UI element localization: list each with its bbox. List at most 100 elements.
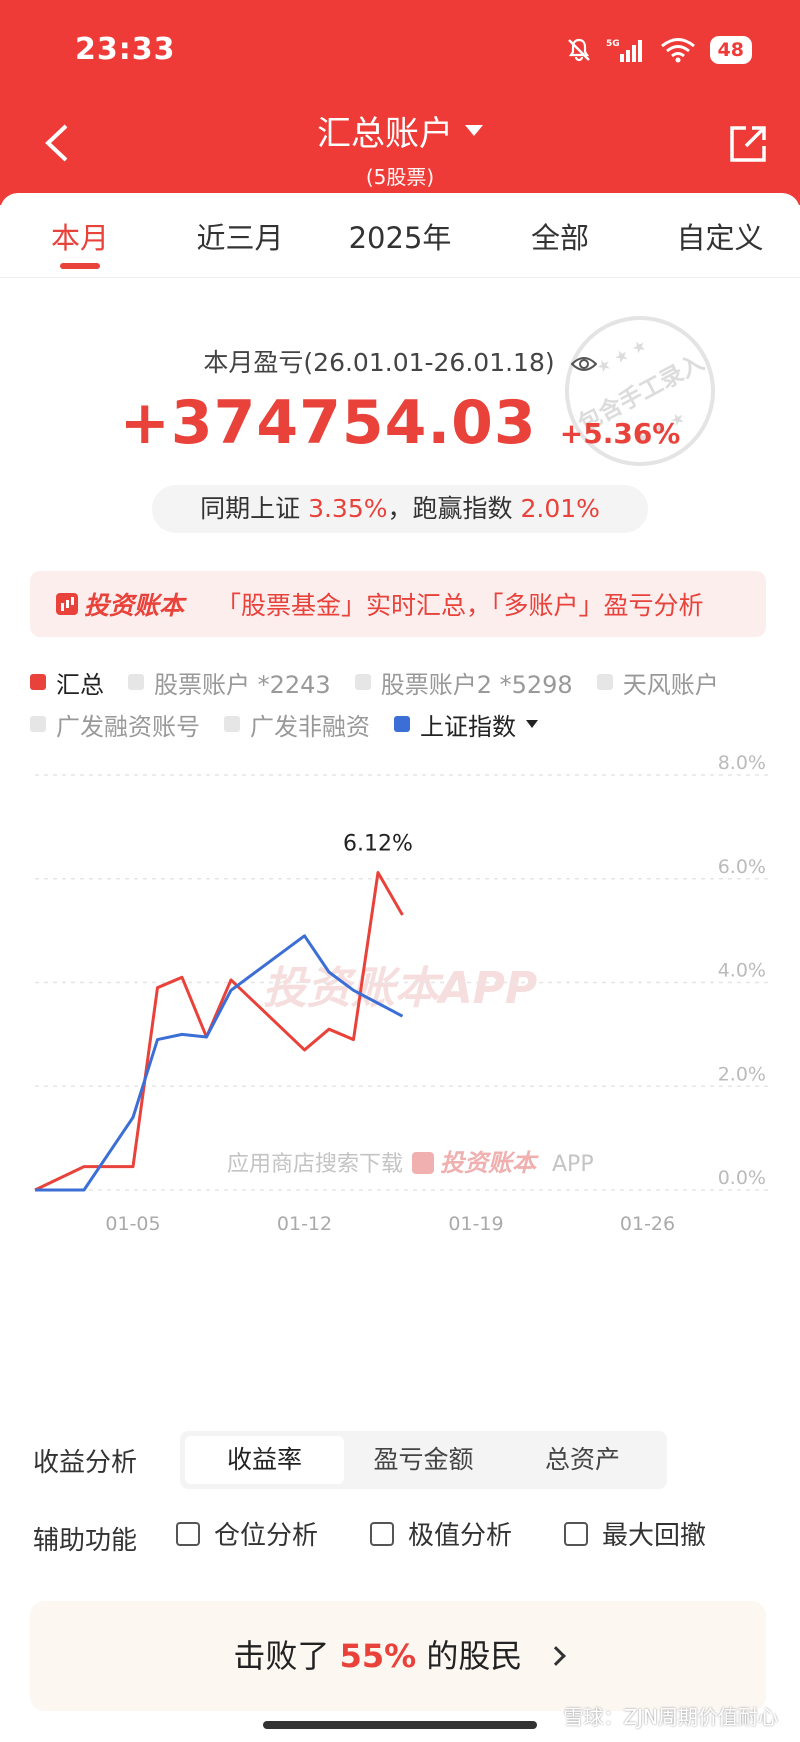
legend-row-1: 汇总 股票账户 *2243 股票账户2 *5298 天风账户 (30, 665, 780, 700)
home-indicator[interactable] (263, 1721, 537, 1729)
check-extreme-analysis[interactable]: 极值分析 (370, 1515, 512, 1552)
chart-footer-brand: 投资账本 (440, 1149, 539, 1177)
beat-investors-card[interactable]: 击败了 55% 的股民 (30, 1601, 766, 1711)
aux-label: 辅助功能 (33, 1526, 138, 1556)
tab-all[interactable]: 全部 (480, 193, 640, 277)
compare-prefix: 同期上证 (200, 494, 301, 523)
beat-prefix: 击败了 (233, 1637, 330, 1675)
analysis-segmented-control: 收益率 盈亏金额 总资产 (180, 1431, 667, 1489)
profit-percent: +5.36% (559, 417, 681, 450)
x-tick-label: 01-05 (105, 1213, 160, 1235)
profit-row: +374754.03 +5.36% (0, 388, 800, 458)
summary-label-text: 本月盈亏(26.01.01-26.01.18) (203, 348, 555, 377)
brand-logo-icon (56, 593, 78, 615)
seg-return-rate[interactable]: 收益率 (185, 1436, 344, 1484)
legend-swatch-gray (354, 674, 371, 690)
chevron-right-icon (545, 1646, 566, 1666)
beat-suffix: 的股民 (426, 1637, 523, 1675)
legend-swatch-blue (394, 716, 410, 732)
legend-item-gf-non-margin[interactable]: 广发非融资 (224, 707, 370, 742)
legend-item-tianfeng[interactable]: 天风账户 (596, 665, 719, 700)
compare-beat-value: 2.01% (520, 494, 600, 523)
check-label: 最大回撤 (602, 1521, 707, 1551)
wifi-icon (660, 38, 695, 63)
tab-custom[interactable]: 自定义 (640, 193, 800, 277)
legend-swatch-gray (224, 716, 240, 732)
series-line-total (34, 871, 404, 1192)
legend-label: 上证指数 (420, 712, 516, 741)
title-block: 汇总账户 (5股票) (0, 106, 800, 190)
mute-bell-icon (567, 38, 590, 62)
seg-total-assets[interactable]: 总资产 (503, 1436, 662, 1484)
chart-watermark: 投资账本APP (263, 963, 538, 1014)
signal-icon: 5G (606, 39, 642, 62)
return-chart[interactable]: 投资账本APP0.0%2.0%4.0%6.0%8.0%01-05 01-12 01-… (0, 753, 800, 1273)
peak-label: 6.12% (343, 832, 413, 857)
profit-amount: +374754.03 (119, 388, 537, 458)
chart-footer-note: 应用商店搜索下载 (227, 1152, 403, 1177)
battery-indicator: 48 (709, 36, 752, 64)
share-button[interactable] (726, 122, 770, 166)
x-tick-label: 01-12 (277, 1213, 332, 1235)
legend-swatch-gray (30, 716, 46, 732)
y-tick-label: 0.0% (718, 1167, 766, 1189)
check-max-drawdown[interactable]: 最大回撤 (564, 1515, 706, 1552)
legend-item-total[interactable]: 汇总 (30, 665, 104, 700)
legend-label: 天风账户 (622, 670, 719, 699)
y-tick-label: 8.0% (718, 753, 766, 774)
banner-text: 「股票基金」实时汇总，「多账户」盈亏分析 (216, 591, 704, 620)
promo-banner[interactable]: 投资账本 「股票基金」实时汇总，「多账户」盈亏分析 (30, 571, 766, 637)
y-tick-label: 4.0% (718, 960, 766, 982)
content-card: 本月 近三月 2025年 全部 自定义 ★ ★ ★ 包含手工录入 ★ ★ ★ 本… (0, 193, 800, 1742)
x-tick-label: 01-19 (448, 1213, 503, 1235)
account-title: 汇总账户 (317, 114, 453, 154)
legend-item-account-2243[interactable]: 股票账户 *2243 (128, 665, 331, 700)
y-tick-label: 2.0% (718, 1063, 766, 1085)
legend-item-gf-margin[interactable]: 广发融资账号 (30, 707, 200, 742)
checkbox-icon (370, 1521, 395, 1546)
period-tabs: 本月 近三月 2025年 全部 自定义 (0, 193, 800, 278)
checkbox-icon (176, 1521, 200, 1546)
caret-down-icon (465, 125, 483, 136)
source-watermark: 雪球：ZJN周期价值耐心 (563, 1705, 778, 1729)
y-tick-label: 6.0% (718, 856, 766, 878)
tab-this-month[interactable]: 本月 (0, 193, 160, 277)
legend-label: 广发融资账号 (56, 712, 200, 741)
seg-profit-amount[interactable]: 盈亏金额 (344, 1436, 503, 1484)
share-icon (730, 126, 766, 162)
legend-item-account-5298[interactable]: 股票账户2 *5298 (354, 665, 573, 700)
legend-swatch-gray (128, 674, 144, 690)
x-tick-label: 01-26 (620, 1213, 675, 1235)
account-selector[interactable]: 汇总账户 (317, 106, 483, 155)
status-time: 23:33 (75, 32, 176, 67)
tab-three-months[interactable]: 近三月 (160, 193, 320, 277)
legend-item-shanghai-index[interactable]: 上证指数 (394, 707, 538, 742)
compare-index-value: 3.35% (308, 494, 388, 523)
legend-swatch-red (30, 674, 46, 690)
legend-swatch-gray (596, 674, 613, 690)
brand-name: 投资账本 (84, 591, 185, 620)
top-header: 23:33 5G 48 汇总账户 (5股票) (0, 0, 800, 205)
index-compare-pill: 同期上证 3.35%，跑赢指数 2.01% (152, 485, 648, 533)
check-label: 极值分析 (408, 1521, 513, 1551)
analysis-label: 收益分析 (33, 1448, 138, 1478)
account-subtitle: (5股票) (365, 165, 435, 189)
compare-mid: ，跑赢指数 (387, 494, 513, 523)
legend-label: 广发非融资 (250, 712, 370, 741)
legend-label: 股票账户2 *5298 (380, 670, 573, 699)
chart-footer-logo-icon (412, 1152, 434, 1174)
check-label: 仓位分析 (214, 1521, 319, 1551)
chart-footer-app: APP (552, 1152, 594, 1177)
status-bar: 23:33 5G 48 (0, 0, 800, 100)
network-label: 5G (606, 39, 620, 49)
legend-row-2: 广发融资账号 广发非融资 上证指数 (30, 707, 780, 742)
check-position-analysis[interactable]: 仓位分析 (176, 1515, 318, 1552)
tab-2025[interactable]: 2025年 (320, 193, 480, 277)
status-icons: 5G 48 (566, 30, 752, 70)
legend-label: 股票账户 *2243 (154, 670, 331, 699)
caret-down-icon[interactable] (526, 720, 538, 728)
checkbox-icon (564, 1521, 589, 1546)
eye-icon[interactable] (570, 354, 597, 374)
aux-options: 仓位分析 极值分析 最大回撤 (176, 1515, 758, 1552)
summary-period-label: 本月盈亏(26.01.01-26.01.18) (0, 343, 800, 379)
